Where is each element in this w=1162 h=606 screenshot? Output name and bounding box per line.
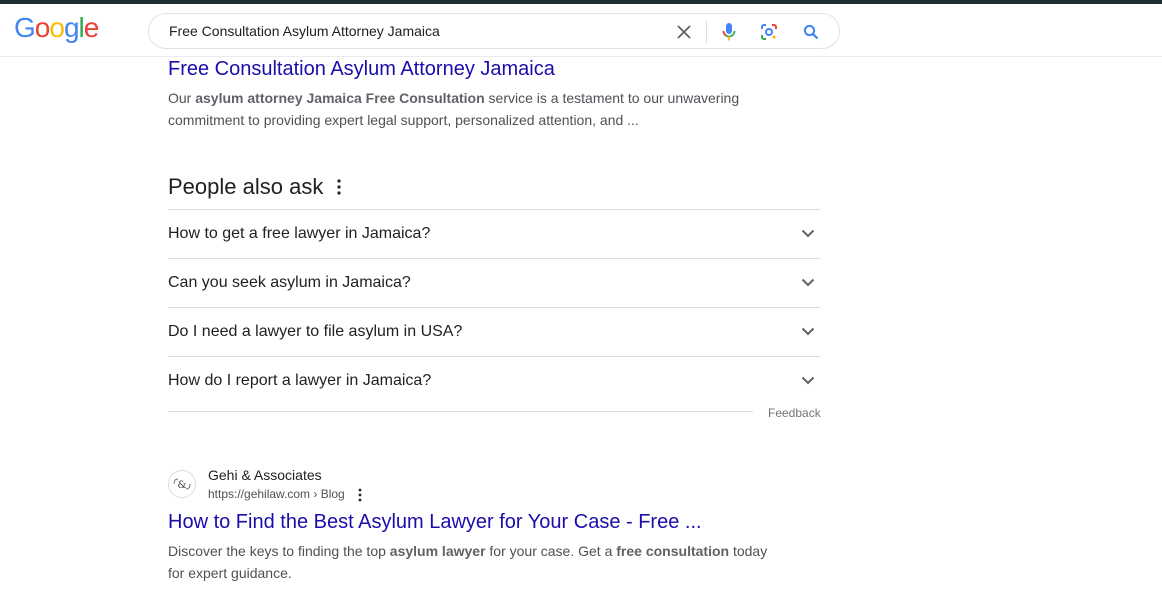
- site-url[interactable]: https://gehilaw.com › Blog: [208, 487, 345, 501]
- people-also-ask-list: How to get a free lawyer in Jamaica? Can…: [168, 209, 820, 405]
- paa-question-item[interactable]: Do I need a lawyer to file asylum in USA…: [168, 307, 820, 356]
- svg-text:&: &: [178, 480, 187, 491]
- snippet-bold: free consultation: [616, 543, 730, 559]
- paa-question-item[interactable]: How do I report a lawyer in Jamaica?: [168, 356, 820, 405]
- microphone-icon[interactable]: [717, 20, 741, 44]
- paa-question-text: How do I report a lawyer in Jamaica?: [168, 372, 432, 389]
- snippet-text: Our: [168, 90, 196, 106]
- paa-question-text: Can you seek asylum in Jamaica?: [168, 274, 411, 291]
- snippet-text: for your case. Get a: [485, 543, 617, 559]
- snippet-text: for expert guidance.: [168, 565, 292, 581]
- chevron-down-icon: [800, 323, 816, 339]
- lens-icon[interactable]: [757, 20, 781, 44]
- logo-letter: o: [34, 12, 51, 43]
- search-result: How to Find the Best Asylum Lawyer for Y…: [168, 509, 788, 584]
- search-icon[interactable]: [799, 20, 823, 44]
- result-snippet: Discover the keys to finding the top asy…: [168, 540, 788, 584]
- feedback-link[interactable]: Feedback: [768, 406, 821, 420]
- search-divider: [706, 21, 707, 43]
- search-box[interactable]: Free Consultation Asylum Attorney Jamaic…: [148, 13, 840, 49]
- paa-question-text: Do I need a lawyer to file asylum in USA…: [168, 323, 463, 340]
- result-title-link[interactable]: How to Find the Best Asylum Lawyer for Y…: [168, 509, 788, 535]
- snippet-text: Discover the keys to finding the top: [168, 543, 390, 559]
- site-name[interactable]: Gehi & Associates: [208, 467, 322, 483]
- search-input[interactable]: Free Consultation Asylum Attorney Jamaic…: [169, 23, 440, 39]
- chevron-down-icon: [800, 274, 816, 290]
- clear-icon[interactable]: [672, 20, 696, 44]
- chevron-down-icon: [800, 225, 816, 241]
- logo-letter: G: [14, 12, 36, 43]
- paa-question-text: How to get a free lawyer in Jamaica?: [168, 225, 431, 242]
- chevron-down-icon: [800, 372, 816, 388]
- snippet-bold: asylum lawyer: [389, 543, 486, 559]
- header: Google Free Consultation Asylum Attorney…: [0, 4, 1162, 57]
- logo-letter: o: [49, 12, 65, 43]
- more-options-icon[interactable]: [332, 177, 346, 197]
- snippet-text: today: [729, 543, 768, 559]
- result-snippet: Our asylum attorney Jamaica Free Consult…: [168, 87, 778, 131]
- google-logo[interactable]: Google: [14, 12, 100, 43]
- snippet-text: commitment to providing expert legal sup…: [168, 112, 639, 128]
- logo-letter: e: [83, 12, 100, 43]
- result-title-link[interactable]: Free Consultation Asylum Attorney Jamaic…: [168, 56, 778, 82]
- snippet-text: service is a testament to our unwavering: [484, 90, 740, 106]
- paa-question-item[interactable]: How to get a free lawyer in Jamaica?: [168, 209, 820, 258]
- paa-question-item[interactable]: Can you seek asylum in Jamaica?: [168, 258, 820, 307]
- logo-letter: g: [63, 12, 80, 43]
- more-options-icon[interactable]: [354, 487, 366, 503]
- snippet-bold: asylum attorney Jamaica Free Consultatio…: [195, 90, 485, 106]
- site-favicon[interactable]: &: [168, 470, 196, 498]
- search-result: Free Consultation Asylum Attorney Jamaic…: [168, 56, 778, 131]
- people-also-ask-heading: People also ask: [168, 174, 324, 199]
- feedback-divider: [168, 411, 753, 412]
